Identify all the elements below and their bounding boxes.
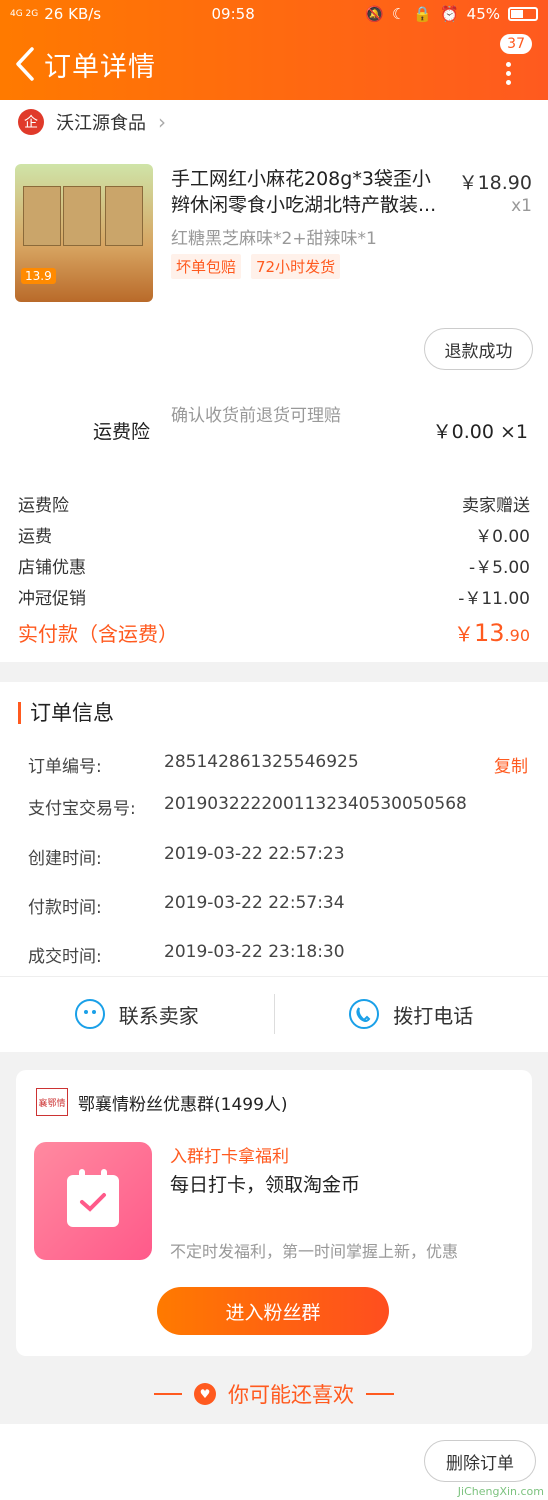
- status-bar: 4G 2G 26 KB/s 09:58 🔕 ☾ 🔒 ⏰ 45%: [0, 0, 548, 28]
- order-item-card: 企 沃江源食品 › 13.9 手工网红小麻花208g*3袋歪小辫休闲零食小吃湖北…: [0, 100, 548, 662]
- battery-icon: [508, 7, 538, 21]
- fee-summary: 运费险 卖家赠送 运费 ￥0.00 店铺优惠 -￥5.00 冲冠促销 -￥11.…: [18, 488, 530, 652]
- network-signal: 4G 2G: [10, 8, 39, 19]
- arrow-line-icon: [366, 1393, 394, 1395]
- calendar-check-icon: [67, 1169, 119, 1227]
- recommend-header: ♥ 你可能还喜欢: [0, 1372, 548, 1416]
- fan-group-card: 襄鄂情 鄂襄情粉丝优惠群(1499人) 入群打卡拿福利 每日打卡，领取淘金币 不…: [16, 1070, 532, 1356]
- heart-icon: ♥: [194, 1383, 216, 1405]
- bottom-action-bar: 删除订单 JiChengXin.com: [0, 1424, 548, 1500]
- total-label: 实付款（含运费）: [18, 621, 178, 646]
- product-row[interactable]: 13.9 手工网红小麻花208g*3袋歪小辫休闲零食小吃湖北特产散装... ￥1…: [0, 162, 548, 302]
- thumb-price-tag: 13.9: [21, 268, 56, 284]
- refund-status-button[interactable]: 退款成功: [424, 328, 533, 370]
- order-info-card: 订单信息 订单编号: 285142861325546925 复制 支付宝交易号:…: [0, 682, 548, 1052]
- insurance-desc: 确认收货前退货可理赔: [171, 406, 341, 426]
- chevron-right-icon: ›: [158, 110, 166, 134]
- fee-row: 冲冠促销 -￥11.00: [18, 581, 530, 612]
- recommend-label: 你可能还喜欢: [228, 1383, 354, 1407]
- product-title: 手工网红小麻花208g*3袋歪小辫休闲零食小吃湖北特产散装...: [171, 168, 437, 216]
- group-name: 鄂襄情粉丝优惠群(1499人): [78, 1094, 288, 1115]
- phone-icon: [349, 999, 380, 1029]
- total-row: 实付款（含运费） ￥13.90: [18, 612, 530, 652]
- shop-logo-icon: 企: [18, 109, 44, 135]
- fee-value: 卖家赠送: [462, 496, 530, 516]
- total-int: 13: [474, 618, 505, 647]
- total-amount: ￥13.90: [454, 618, 530, 647]
- watermark-logo: JiChengXin.com: [457, 1485, 544, 1498]
- fee-label: 店铺优惠: [18, 558, 86, 578]
- info-value: 2019-03-22 22:57:34: [164, 893, 345, 913]
- arrow-line-icon: [154, 1393, 182, 1395]
- fee-value: ￥0.00: [475, 527, 530, 547]
- info-value: 2019032222001132340530050568: [164, 794, 467, 814]
- group-promo-image: [34, 1142, 152, 1260]
- call-phone-button[interactable]: 拨打电话: [275, 978, 548, 1050]
- mute-icon: 🔕: [365, 5, 384, 23]
- product-thumbnail: 13.9: [15, 164, 153, 302]
- fee-row: 运费险 卖家赠送: [18, 488, 530, 519]
- info-label: 付款时间:: [28, 898, 102, 918]
- call-phone-label: 拨打电话: [393, 1003, 474, 1028]
- contact-seller-button[interactable]: 联系卖家: [0, 978, 274, 1050]
- info-label: 订单编号:: [28, 757, 102, 777]
- info-label: 成交时间:: [28, 947, 102, 967]
- promo-title: 入群打卡拿福利: [170, 1147, 289, 1167]
- header-bar: 4G 2G 26 KB/s 09:58 🔕 ☾ 🔒 ⏰ 45% 订单详情 37: [0, 0, 548, 100]
- total-currency: ￥: [454, 621, 474, 646]
- fee-label: 运费险: [18, 496, 69, 516]
- info-value: 2019-03-22 23:18:30: [164, 942, 345, 962]
- contact-seller-label: 联系卖家: [118, 1003, 199, 1028]
- insurance-price: ￥0.00 ×1: [432, 421, 528, 443]
- fee-value: -￥11.00: [458, 589, 530, 609]
- fee-row: 运费 ￥0.00: [18, 519, 530, 550]
- fee-label: 冲冠促销: [18, 589, 86, 609]
- product-sku: 红糖黑芝麻味*2+甜辣味*1: [171, 229, 377, 249]
- shop-link[interactable]: 企 沃江源食品 ›: [0, 100, 548, 144]
- product-price: ￥18.90: [458, 172, 532, 194]
- info-label: 创建时间:: [28, 849, 102, 869]
- info-value: 2019-03-22 22:57:23: [164, 844, 345, 864]
- total-dec: .90: [504, 625, 530, 645]
- shipping-insurance-row: 运费险 确认收货前退货可理赔 ￥0.00 ×1: [0, 400, 548, 460]
- group-logo-icon: 襄鄂情: [36, 1088, 68, 1116]
- alarm-icon: ⏰: [439, 5, 459, 23]
- copy-button[interactable]: 复制: [494, 752, 528, 777]
- service-tag: 72小时发货: [251, 254, 341, 279]
- clock: 09:58: [211, 5, 255, 23]
- fee-row: 店铺优惠 -￥5.00: [18, 550, 530, 581]
- moon-icon: ☾: [391, 5, 406, 23]
- more-menu-button[interactable]: 37: [492, 34, 532, 94]
- product-quantity: x1: [511, 196, 532, 216]
- back-icon[interactable]: [6, 39, 44, 89]
- shop-name: 沃江源食品: [56, 113, 146, 134]
- lock-icon: 🔒: [413, 5, 432, 23]
- page-title: 订单详情: [44, 51, 156, 83]
- fee-label: 运费: [18, 527, 52, 547]
- promo-subtitle: 每日打卡，领取淘金币: [170, 1174, 361, 1196]
- service-tag: 坏单包赔: [171, 254, 242, 279]
- battery-percent: 45%: [466, 5, 500, 23]
- divider: [0, 976, 548, 977]
- info-value: 285142861325546925: [164, 752, 359, 772]
- promo-desc: 不定时发福利，第一时间掌握上新，优惠: [170, 1242, 459, 1261]
- fee-value: -￥5.00: [469, 558, 530, 578]
- chat-icon: [74, 999, 105, 1029]
- insurance-label: 运费险: [93, 421, 151, 443]
- message-badge: 37: [500, 34, 532, 54]
- net-speed: 26 KB/s: [44, 5, 102, 23]
- order-info-title: 订单信息: [18, 702, 114, 724]
- info-label: 支付宝交易号:: [28, 799, 136, 819]
- join-group-button[interactable]: 进入粉丝群: [157, 1287, 389, 1335]
- more-dots-icon: [506, 62, 511, 89]
